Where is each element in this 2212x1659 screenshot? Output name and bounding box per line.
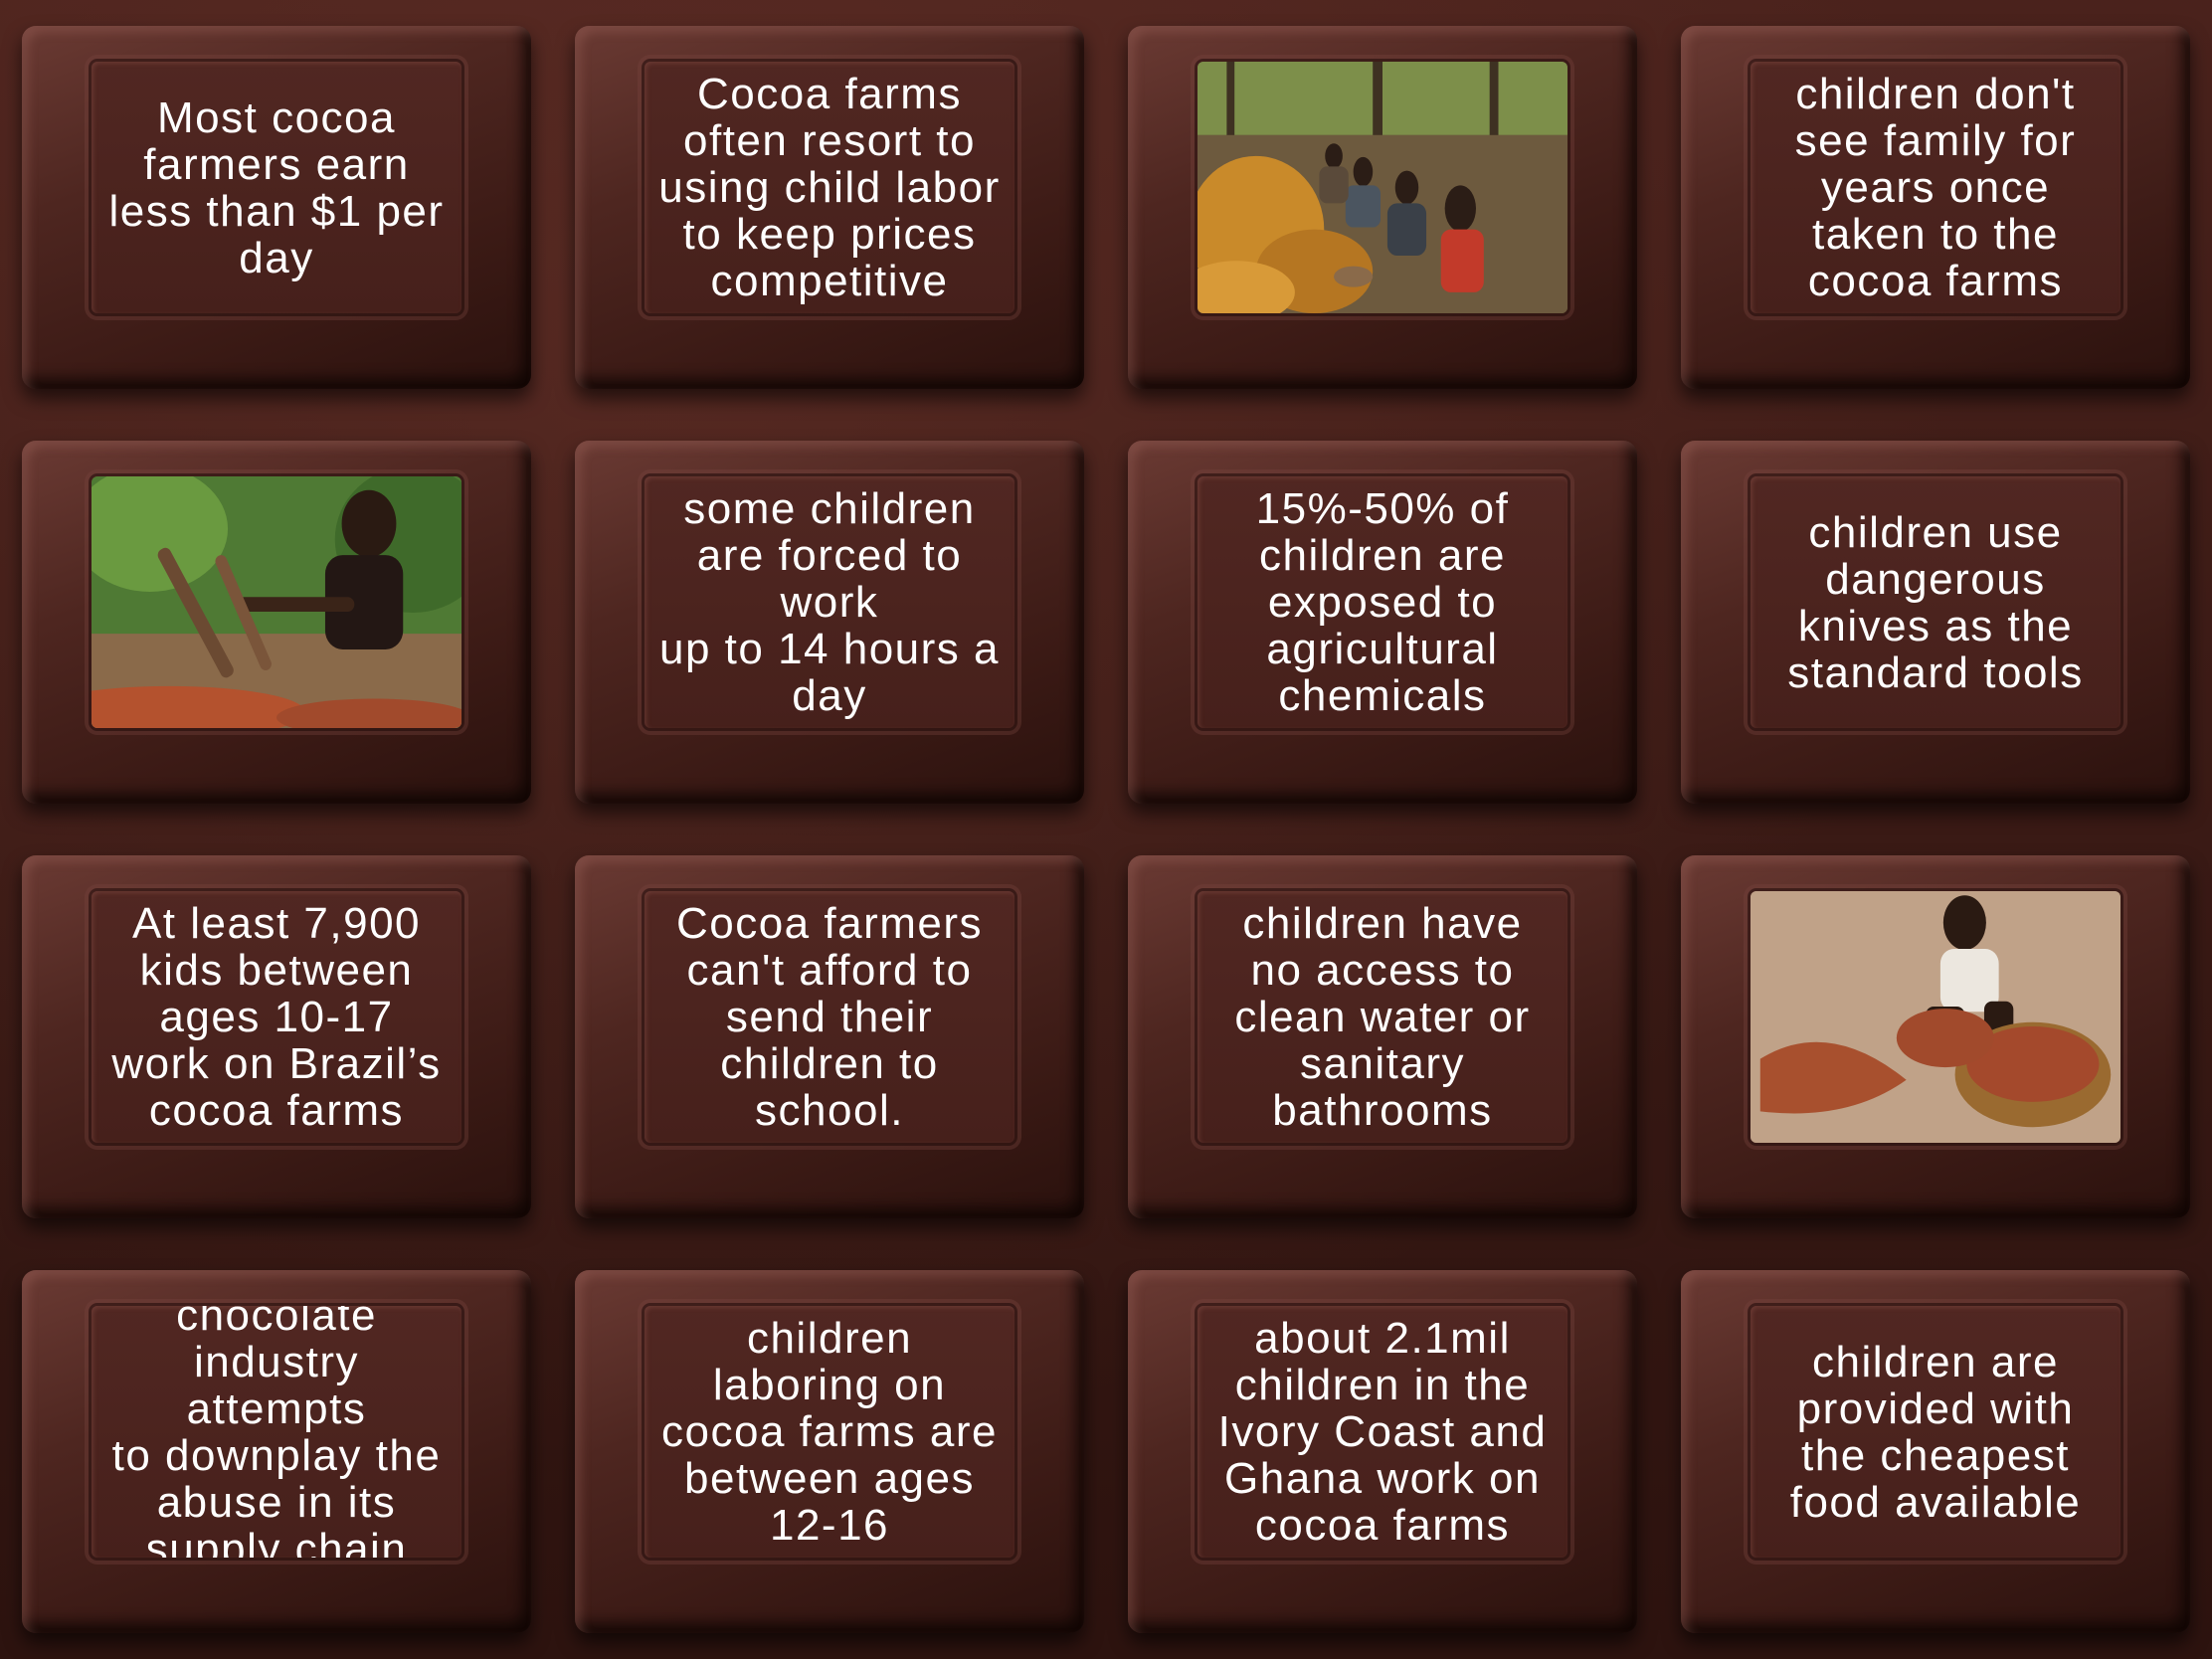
chocolate-square: Cocoa farms often resort to using child … (575, 26, 1084, 389)
tile-face: Cocoa farms often resort to using child … (645, 62, 1014, 313)
fact-text: children use dangerous knives as the sta… (1787, 507, 2084, 697)
chocolate-square: children don't see family for years once… (1681, 26, 2190, 389)
fact-text: Cocoa farmers can't afford to send their… (675, 899, 984, 1135)
tile-7: 15%-50% of children are exposed to agric… (1106, 415, 1659, 830)
children-sorting-cocoa-pods-photo (1198, 62, 1567, 313)
tile-face (1198, 62, 1567, 313)
fact-text: children don't see family for years once… (1794, 70, 2077, 305)
tile-face: children use dangerous knives as the sta… (1751, 476, 2120, 728)
tile-11: children have no access to clean water o… (1106, 830, 1659, 1244)
fact-text: Cocoa farms often resort to using child … (658, 70, 1001, 305)
tile-12 (1659, 830, 2212, 1244)
chocolate-grid: Most cocoa farmers earn less than $1 per… (0, 0, 2212, 1659)
tile-face: children don't see family for years once… (1751, 62, 2120, 313)
tile-3 (1106, 0, 1659, 415)
tile-2: Cocoa farms often resort to using child … (553, 0, 1106, 415)
chocolate-square (1681, 855, 2190, 1218)
tile-face: about 2.1mil children in the Ivory Coast… (1198, 1306, 1567, 1558)
fact-text: chocolate industry attempts to downplay … (111, 1306, 442, 1558)
chocolate-bar: Most cocoa farmers earn less than $1 per… (0, 0, 2212, 1659)
chocolate-square: 15%-50% of children are exposed to agric… (1128, 441, 1637, 804)
chocolate-square: children laboring on cocoa farms are bet… (575, 1270, 1084, 1633)
chocolate-square: about 2.1mil children in the Ivory Coast… (1128, 1270, 1637, 1633)
fact-text: some children are forced to work up to 1… (658, 484, 1000, 720)
tile-face: Cocoa farmers can't afford to send their… (645, 891, 1014, 1143)
chocolate-square: some children are forced to work up to 1… (575, 441, 1084, 804)
chocolate-square: Most cocoa farmers earn less than $1 per… (22, 26, 531, 389)
tile-face (92, 476, 461, 728)
tile-face: 15%-50% of children are exposed to agric… (1198, 476, 1567, 728)
chocolate-square: children use dangerous knives as the sta… (1681, 441, 2190, 804)
tile-8: children use dangerous knives as the sta… (1659, 415, 2212, 830)
tile-16: children are provided with the cheapest … (1659, 1244, 2212, 1659)
tile-face: At least 7,900 kids between ages 10-17 w… (92, 891, 461, 1143)
fact-text: about 2.1mil children in the Ivory Coast… (1217, 1314, 1548, 1550)
tile-face: children have no access to clean water o… (1198, 891, 1567, 1143)
tile-13: chocolate industry attempts to downplay … (0, 1244, 553, 1659)
fact-text: At least 7,900 kids between ages 10-17 w… (111, 899, 442, 1135)
tile-5 (0, 415, 553, 830)
tile-face: chocolate industry attempts to downplay … (92, 1306, 461, 1558)
tile-face: children laboring on cocoa farms are bet… (645, 1306, 1014, 1558)
fact-text: children have no access to clean water o… (1234, 899, 1531, 1135)
boy-with-machete-photo (92, 476, 461, 728)
tile-15: about 2.1mil children in the Ivory Coast… (1106, 1244, 1659, 1659)
tile-face: some children are forced to work up to 1… (645, 476, 1014, 728)
tile-face: Most cocoa farmers earn less than $1 per… (92, 62, 461, 313)
tile-9: At least 7,900 kids between ages 10-17 w… (0, 830, 553, 1244)
fact-text: children laboring on cocoa farms are bet… (661, 1314, 998, 1550)
child-with-cocoa-bean-basket-photo (1751, 891, 2120, 1143)
chocolate-square: chocolate industry attempts to downplay … (22, 1270, 531, 1633)
chocolate-square: children are provided with the cheapest … (1681, 1270, 2190, 1633)
chocolate-square: children have no access to clean water o… (1128, 855, 1637, 1218)
fact-text: children are provided with the cheapest … (1789, 1337, 2082, 1527)
tile-4: children don't see family for years once… (1659, 0, 2212, 415)
chocolate-square: At least 7,900 kids between ages 10-17 w… (22, 855, 531, 1218)
tile-14: children laboring on cocoa farms are bet… (553, 1244, 1106, 1659)
tile-1: Most cocoa farmers earn less than $1 per… (0, 0, 553, 415)
tile-6: some children are forced to work up to 1… (553, 415, 1106, 830)
fact-text: 15%-50% of children are exposed to agric… (1255, 484, 1510, 720)
fact-text: Most cocoa farmers earn less than $1 per… (108, 92, 445, 282)
chocolate-square (1128, 26, 1637, 389)
chocolate-square: Cocoa farmers can't afford to send their… (575, 855, 1084, 1218)
chocolate-square (22, 441, 531, 804)
tile-face (1751, 891, 2120, 1143)
tile-10: Cocoa farmers can't afford to send their… (553, 830, 1106, 1244)
tile-face: children are provided with the cheapest … (1751, 1306, 2120, 1558)
